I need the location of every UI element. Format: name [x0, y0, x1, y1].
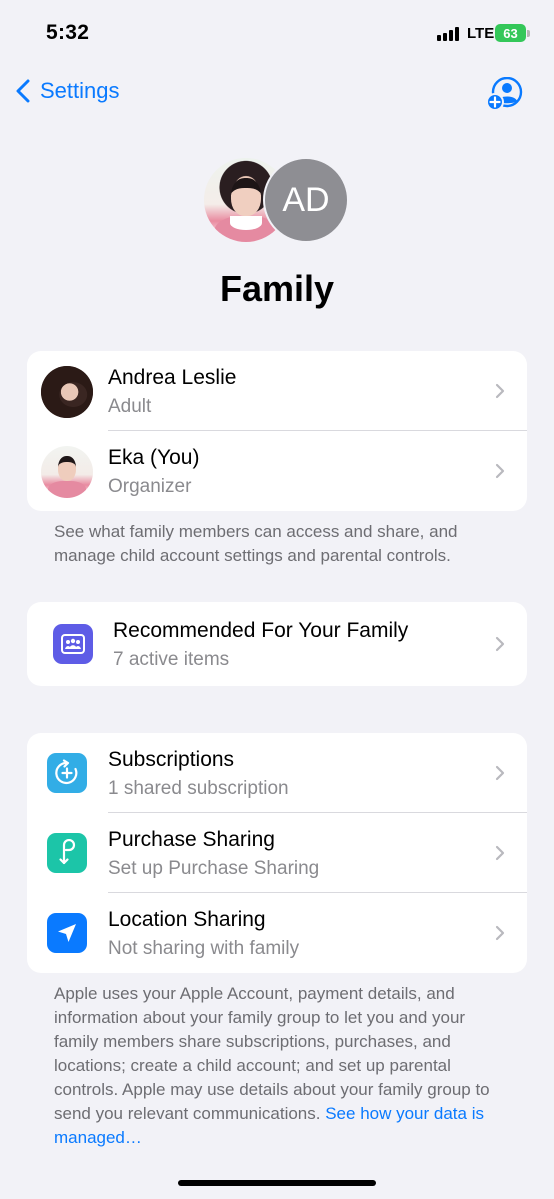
family-members-list: Andrea Leslie Adult Eka (You) Organizer [27, 351, 527, 511]
member-name: Andrea Leslie [108, 366, 237, 389]
network-type: LTE [467, 25, 495, 42]
location-sharing-title: Location Sharing [108, 908, 266, 931]
purchase-sharing-icon [47, 833, 87, 873]
location-sharing-subtitle: Not sharing with family [108, 938, 300, 959]
battery-icon: 63 [495, 24, 531, 42]
privacy-footnote-text: Apple uses your Apple Account, payment d… [54, 984, 490, 1123]
member-row-eka[interactable]: Eka (You) Organizer [27, 431, 527, 511]
chevron-right-icon [495, 636, 505, 652]
member-avatar [41, 366, 93, 418]
status-time: 5:32 [46, 21, 90, 44]
purchase-sharing-row[interactable]: Purchase Sharing Set up Purchase Sharing [27, 813, 527, 893]
back-button-label: Settings [40, 78, 120, 103]
recommended-subtitle: 7 active items [113, 649, 230, 670]
avatar-initials: AD [263, 157, 349, 243]
family-features-list: Subscriptions 1 shared subscription Purc… [27, 733, 527, 973]
location-sharing-row[interactable]: Location Sharing Not sharing with family [27, 893, 527, 973]
member-avatar [41, 446, 93, 498]
chevron-left-icon [16, 79, 30, 103]
chevron-right-icon [495, 463, 505, 479]
subscriptions-row[interactable]: Subscriptions 1 shared subscription [27, 733, 527, 813]
member-row-andrea-leslie[interactable]: Andrea Leslie Adult [27, 351, 527, 431]
chevron-right-icon [495, 765, 505, 781]
cellular-signal-icon [437, 27, 459, 41]
members-footnote: See what family members can access and s… [54, 522, 458, 565]
add-family-member-button[interactable] [486, 76, 524, 111]
battery-level: 63 [495, 24, 526, 42]
status-bar: 5:32 LTE 63 [0, 0, 554, 66]
privacy-footnote: Apple uses your Apple Account, payment d… [54, 982, 504, 1150]
back-button[interactable]: Settings [16, 78, 120, 104]
home-indicator[interactable] [178, 1180, 376, 1186]
chevron-right-icon [495, 383, 505, 399]
location-arrow-icon [47, 913, 87, 953]
subscriptions-icon [47, 753, 87, 793]
chevron-right-icon [495, 845, 505, 861]
member-name: Eka (You) [108, 446, 200, 469]
recommended-card[interactable]: Recommended For Your Family 7 active ite… [27, 602, 527, 686]
subscriptions-title: Subscriptions [108, 748, 235, 771]
recommended-title: Recommended For Your Family [113, 619, 409, 642]
purchase-sharing-title: Purchase Sharing [108, 828, 275, 851]
purchase-sharing-subtitle: Set up Purchase Sharing [108, 858, 320, 879]
member-role: Adult [108, 396, 152, 417]
family-checklist-icon [53, 624, 93, 664]
page-title: Family [219, 268, 335, 309]
member-role: Organizer [108, 476, 192, 497]
subscriptions-subtitle: 1 shared subscription [108, 778, 289, 799]
person-add-icon [486, 76, 523, 111]
chevron-right-icon [495, 925, 505, 941]
